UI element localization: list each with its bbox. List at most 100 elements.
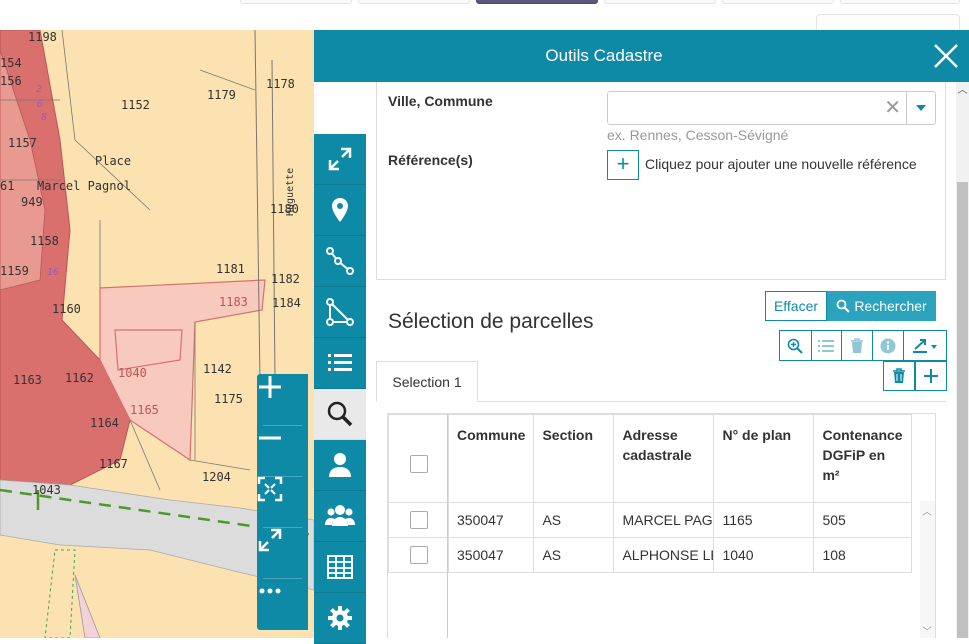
parcel-label: 156 [0, 74, 22, 88]
add-reference-button[interactable]: + [607, 150, 639, 180]
column-header[interactable]: Contenance DGFiP en m² [813, 414, 913, 503]
parcel-label: 1204 [202, 470, 231, 484]
parcel-label: 1040 [118, 366, 147, 380]
parcel-label: 1179 [207, 88, 236, 102]
street-label: Marcel Pagnol [37, 179, 131, 193]
top-tab[interactable] [240, 0, 352, 4]
address-number: 2 [36, 84, 43, 95]
parcel-label: 1165 [130, 403, 159, 417]
tool-table[interactable] [314, 542, 366, 593]
list-details-button[interactable] [812, 331, 843, 360]
address-number: 16 [47, 267, 60, 278]
zoom-selection-button[interactable] [780, 331, 812, 360]
panel-title: Outils Cadastre [545, 46, 663, 65]
cadastre-map[interactable]: 1198 154 156 1152 1179 1178 1157 Place 6… [0, 30, 314, 638]
select-all-checkbox[interactable] [409, 454, 428, 473]
fit-extent-button[interactable] [257, 476, 308, 527]
clear-icon[interactable]: ✕ [884, 97, 901, 119]
tool-owner[interactable] [314, 440, 366, 491]
search-icon [836, 299, 851, 313]
zoom-in-button[interactable] [257, 374, 308, 425]
user-icon [329, 453, 351, 477]
commune-hint: ex. Rennes, Cesson-Sévigné [607, 127, 789, 143]
top-tab-active[interactable] [476, 0, 598, 4]
close-button[interactable] [929, 39, 963, 73]
parcel-label: 1182 [271, 272, 300, 286]
top-tab[interactable] [840, 0, 960, 4]
search-button[interactable]: Rechercher [827, 291, 936, 321]
scrollbar-thumb[interactable] [957, 182, 968, 638]
fullscreen-button[interactable] [257, 527, 308, 578]
top-tab[interactable] [722, 0, 834, 4]
parcel-label: 1158 [30, 234, 59, 248]
top-tab[interactable] [604, 0, 716, 4]
column-header[interactable]: N° de plan [713, 414, 815, 503]
section-cell: AS [533, 537, 615, 573]
clear-button[interactable]: Effacer [765, 291, 827, 321]
plus-icon: + [616, 151, 630, 176]
info-button[interactable] [873, 331, 904, 360]
street-label: Huguette [285, 167, 296, 216]
line-icon [326, 247, 354, 275]
tool-expand[interactable] [314, 134, 366, 185]
top-tab[interactable] [358, 0, 470, 4]
parcel-label: 1178 [266, 77, 295, 91]
row-checkbox[interactable] [409, 511, 428, 529]
chevron-down-icon[interactable]: ﹀ [922, 623, 932, 638]
export-dropdown[interactable] [904, 331, 946, 360]
contenance-cell: 505 [813, 502, 913, 538]
top-bar [0, 0, 969, 31]
fit-extent-icon [257, 476, 283, 502]
map-marker-icon [332, 198, 348, 222]
chevron-down-icon[interactable] [906, 92, 935, 124]
tool-line[interactable] [314, 236, 366, 287]
address-number: 8 [41, 112, 48, 123]
tool-point[interactable] [314, 185, 366, 236]
more-button[interactable] [257, 578, 308, 629]
delete-parcel-button[interactable] [842, 331, 873, 360]
tab-selection-1[interactable]: Selection 1 [376, 361, 478, 402]
tool-owners[interactable] [314, 491, 366, 542]
table-row[interactable]: 350047 AS MARCEL PAGNOL 1165 505 [388, 502, 913, 538]
address-number: 6 [37, 99, 44, 110]
zoom-out-button[interactable] [257, 425, 308, 476]
row-checkbox[interactable] [409, 546, 428, 564]
polygon-icon [326, 298, 354, 326]
column-header[interactable]: Section [533, 414, 615, 503]
select-all-cell [388, 414, 449, 503]
table-scrollbar[interactable]: ︿ ﹀ [920, 501, 935, 638]
tool-list[interactable] [314, 338, 366, 389]
row-select-cell [388, 537, 449, 573]
tool-polygon[interactable] [314, 287, 366, 338]
table-icon [327, 555, 353, 579]
parcel-label: 1181 [216, 262, 245, 276]
column-header[interactable]: Adresse cadastrale [613, 414, 715, 503]
add-reference-text[interactable]: Cliquez pour ajouter une nouvelle référe… [645, 156, 917, 172]
commune-select[interactable]: ✕ [607, 91, 936, 125]
parcel-table-wrapper: Commune Section Adresse cadastrale N° de… [387, 413, 936, 638]
add-selection-button[interactable] [915, 361, 947, 391]
users-icon [325, 505, 355, 526]
column-header[interactable]: Commune [447, 414, 535, 503]
table-header-row: Commune Section Adresse cadastrale N° de… [388, 414, 913, 503]
delete-selection-button[interactable] [883, 361, 915, 391]
parcel-label: Place [95, 154, 132, 168]
chevron-up-icon[interactable]: ︿ [957, 86, 968, 96]
chevron-up-icon[interactable]: ︿ [922, 503, 932, 518]
panel-scrollbar[interactable]: ︿ [956, 82, 969, 638]
commune-cell: 350047 [447, 502, 535, 538]
top-dropdown[interactable] [816, 14, 960, 31]
table-row[interactable]: 350047 AS ALPHONSE LEGAULT 1040 108 [388, 537, 913, 573]
plan-cell: 1040 [713, 537, 815, 573]
selection-title: Sélection de parcelles [388, 310, 594, 333]
parcel-label: 1175 [214, 392, 243, 406]
export-icon [912, 338, 937, 353]
tool-search[interactable] [314, 389, 366, 440]
tool-settings[interactable] [314, 593, 366, 644]
parcel-label: 154 [0, 56, 22, 70]
parcel-label: 1184 [272, 296, 301, 310]
reference-label: Référence(s) [388, 152, 473, 168]
parcel-label: 1163 [13, 373, 42, 387]
more-icon [259, 588, 281, 594]
parcel-label: 1183 [219, 295, 248, 309]
